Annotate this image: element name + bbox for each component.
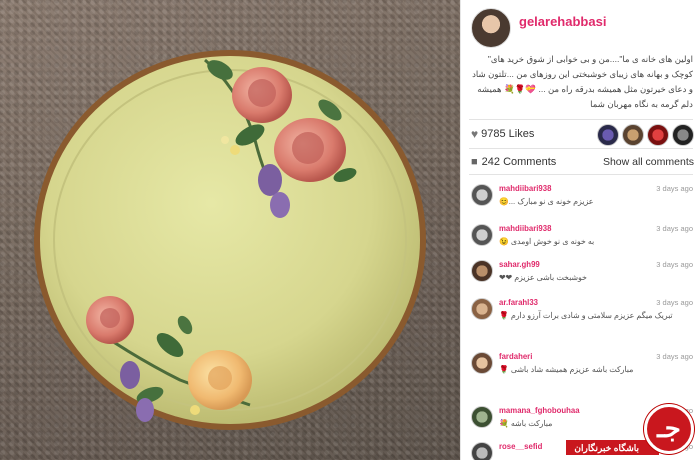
author-avatar[interactable] — [471, 8, 511, 48]
plate-illustration — [34, 50, 426, 430]
post-photo — [0, 0, 460, 460]
comment-text: تبریک میگم عزیزم سلامتی و شادی برات آرزو… — [499, 311, 673, 320]
liker-avatar[interactable] — [672, 124, 694, 146]
commenter-avatar[interactable] — [471, 442, 493, 460]
comment-text: خوشبخت باشی عزیزم ❤❤ — [499, 273, 587, 282]
commenter-avatar[interactable] — [471, 406, 493, 428]
commenter-username[interactable]: mahdiibari938 — [499, 184, 551, 193]
commenter-username[interactable]: ar.farahl33 — [499, 298, 538, 307]
liker-avatar[interactable] — [622, 124, 644, 146]
comments-header: ■ 242 Comments — [471, 156, 556, 168]
liker-avatar[interactable] — [647, 124, 669, 146]
comment-time: 3 days ago — [656, 298, 693, 307]
commenter-username[interactable]: mahdiibari938 — [499, 224, 551, 233]
comment-time: 3 days ago — [656, 352, 693, 361]
liker-avatar[interactable] — [597, 124, 619, 146]
commenter-avatar[interactable] — [471, 184, 493, 206]
divider — [469, 148, 693, 149]
likes-count: 9785 Likes — [481, 128, 535, 140]
divider — [469, 174, 693, 175]
commenter-avatar[interactable] — [471, 352, 493, 374]
comment-text: مبارکت باشه عزیزم همیشه شاد باشی 🌹 — [499, 365, 634, 374]
comment-item: mahdiibari938 3 days ago عزیزم خونه ی نو… — [469, 182, 697, 222]
comment-item: sahar.gh99 3 days ago خوشبخت باشی عزیزم … — [469, 258, 697, 298]
heart-icon[interactable]: ♥ — [471, 127, 478, 141]
comment-time: 3 days ago — [656, 224, 693, 233]
divider — [469, 119, 693, 120]
post-side-panel: gelarehabbasi اولین های خانه ی ما"....من… — [460, 0, 700, 460]
author-username[interactable]: gelarehabbasi — [519, 14, 606, 29]
post-caption: اولین های خانه ی ما"....من و بی خوابی از… — [472, 54, 693, 109]
comment-text: به خونه ی نو خوش اومدی 😉 — [499, 237, 595, 246]
comment-text: عزیزم خونه ی نو مبارک ...😊 — [499, 197, 594, 206]
comment-item: ar.farahl33 3 days ago تبریک میگم عزیزم … — [469, 296, 697, 336]
comment-bubble-icon: ■ — [471, 156, 478, 168]
show-all-comments-link[interactable]: Show all comments — [603, 156, 694, 168]
comment-item: mahdiibari938 3 days ago به خونه ی نو خو… — [469, 222, 697, 262]
watermark-logo-icon: جـ — [644, 404, 694, 454]
comment-time: 3 days ago — [656, 184, 693, 193]
news-agency-watermark: باشگاه خبرنگاران جـ — [560, 396, 700, 460]
comments-count: 242 Comments — [481, 156, 557, 168]
commenter-avatar[interactable] — [471, 260, 493, 282]
commenter-avatar[interactable] — [471, 298, 493, 320]
comment-time: 3 days ago — [656, 260, 693, 269]
likes-row[interactable]: ♥ 9785 Likes — [471, 127, 534, 141]
post-author[interactable]: gelarehabbasi — [471, 8, 606, 48]
comment-item: fardaheri 3 days ago مبارکت باشه عزیزم ه… — [469, 350, 697, 390]
watermark-text: باشگاه خبرنگاران — [565, 439, 660, 456]
commenter-username[interactable]: sahar.gh99 — [499, 260, 540, 269]
commenter-username[interactable]: rose__sefid — [499, 442, 542, 451]
commenter-username[interactable]: fardaheri — [499, 352, 532, 361]
commenter-avatar[interactable] — [471, 224, 493, 246]
likers-avatars — [594, 124, 694, 146]
